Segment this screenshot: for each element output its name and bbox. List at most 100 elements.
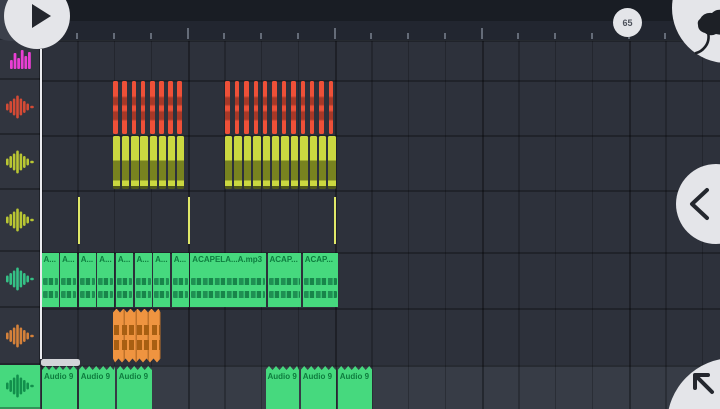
pattern-clip-orange[interactable]	[168, 81, 173, 134]
pattern-clip-yellow[interactable]	[281, 136, 288, 189]
clip-label: Audio 9	[266, 366, 300, 382]
clip-label: A...	[153, 253, 170, 265]
pattern-clip-yellow[interactable]	[159, 136, 166, 189]
audio-clip-orange[interactable]	[113, 309, 161, 363]
clip-label: A...	[60, 253, 77, 265]
pattern-clip-orange[interactable]	[319, 81, 324, 134]
pattern-clip-yellow[interactable]	[113, 136, 120, 189]
pattern-clip-orange[interactable]	[272, 81, 277, 134]
midi-clip-marker[interactable]	[78, 197, 80, 244]
audio-clip-audio9[interactable]: Audio 9	[42, 366, 77, 409]
collapse-panel-button[interactable]	[676, 164, 720, 244]
pattern-clip-orange[interactable]	[244, 81, 249, 134]
pattern-clip-yellow[interactable]	[225, 136, 232, 189]
pattern-clip-orange[interactable]	[291, 81, 296, 134]
waveform-band	[304, 291, 337, 298]
audio-clip-acapella[interactable]: ACAP...	[303, 253, 338, 307]
playhead[interactable]	[40, 49, 42, 359]
pattern-clip-orange[interactable]	[254, 81, 259, 134]
scroll-origin-button[interactable]	[667, 358, 720, 409]
pattern-clip-yellow[interactable]	[234, 136, 241, 189]
pattern-clip-yellow[interactable]	[140, 136, 147, 189]
waveform-band	[191, 291, 265, 298]
pattern-clip-yellow[interactable]	[263, 136, 270, 189]
arrow-up-left-icon	[667, 358, 720, 409]
waveform-band	[98, 278, 113, 285]
waveform-band	[80, 278, 95, 285]
pattern-clip-orange[interactable]	[113, 81, 118, 134]
clip-grab-handle[interactable]	[41, 359, 81, 366]
audio-clip-acapella[interactable]: ACAP...	[268, 253, 302, 307]
fl-logo-icon	[686, 5, 720, 61]
waveform-band	[98, 291, 113, 298]
midi-clip-marker[interactable]	[334, 197, 336, 244]
clip-label: A...	[42, 253, 59, 265]
pattern-clip-orange[interactable]	[225, 81, 230, 134]
clip-label: ACAP...	[268, 253, 302, 265]
pattern-clip-orange[interactable]	[159, 81, 164, 134]
audio-clip-acapella[interactable]: A...	[135, 253, 152, 307]
waveform-band	[136, 291, 151, 298]
pattern-clip-orange[interactable]	[329, 81, 334, 134]
pattern-clip-yellow[interactable]	[272, 136, 279, 189]
clip-label: Audio 9	[338, 366, 373, 382]
pattern-clip-yellow[interactable]	[300, 136, 307, 189]
tempo-badge[interactable]: 65	[613, 8, 642, 37]
audio-clip-acapella[interactable]: A...	[60, 253, 77, 307]
pattern-clip-orange[interactable]	[310, 81, 315, 134]
pattern-clip-yellow[interactable]	[291, 136, 298, 189]
audio-clip-acapella[interactable]: A...	[116, 253, 133, 307]
clip-label: A...	[135, 253, 152, 265]
audio-clip-acapella[interactable]: A...	[79, 253, 96, 307]
waveform-band	[114, 340, 160, 350]
pattern-clip-orange[interactable]	[122, 81, 127, 134]
audio-clip-audio9[interactable]: Audio 9	[79, 366, 115, 409]
pattern-clip-orange[interactable]	[177, 81, 182, 134]
audio-clip-acapella[interactable]: A...	[172, 253, 189, 307]
waveform-band	[154, 278, 169, 285]
pattern-clip-orange[interactable]	[141, 81, 146, 134]
clip-label: ACAPELA...A.mp3	[190, 253, 266, 265]
playlist-screen: A...A...A...A...A...A...A...A...ACAPELA.…	[0, 0, 720, 409]
pattern-clip-orange[interactable]	[263, 81, 268, 134]
clip-label: A...	[172, 253, 189, 265]
waveform-band	[80, 291, 95, 298]
clip-label: A...	[97, 253, 114, 265]
tempo-value: 65	[622, 18, 632, 28]
pattern-clip-orange[interactable]	[150, 81, 155, 134]
pattern-clip-yellow[interactable]	[122, 136, 129, 189]
waveform-band	[43, 278, 58, 285]
pattern-clip-yellow[interactable]	[150, 136, 157, 189]
pattern-clip-orange[interactable]	[235, 81, 240, 134]
pattern-clip-yellow[interactable]	[328, 136, 335, 189]
pattern-clip-yellow[interactable]	[131, 136, 138, 189]
audio-clip-audio9[interactable]: Audio 9	[266, 366, 300, 409]
clip-label: ACAP...	[303, 253, 338, 265]
pattern-clip-yellow[interactable]	[319, 136, 326, 189]
audio-clip-audio9[interactable]: Audio 9	[338, 366, 373, 409]
clip-label: Audio 9	[301, 366, 336, 382]
pattern-clip-yellow[interactable]	[253, 136, 260, 189]
waveform-band	[136, 278, 151, 285]
audio-clip-audio9[interactable]: Audio 9	[301, 366, 336, 409]
audio-clip-acapella[interactable]: A...	[97, 253, 114, 307]
audio-clip-acapella[interactable]: A...	[42, 253, 59, 307]
audio-clip-audio9[interactable]: Audio 9	[117, 366, 152, 409]
waveform-band	[269, 278, 301, 285]
audio-clip-acapella[interactable]: ACAPELA...A.mp3	[190, 253, 266, 307]
waveform-band	[117, 291, 132, 298]
waveform-band	[191, 278, 265, 285]
pattern-clip-yellow[interactable]	[168, 136, 175, 189]
waveform-band	[304, 278, 337, 285]
pattern-clip-orange[interactable]	[282, 81, 287, 134]
waveform-band	[173, 291, 188, 298]
pattern-clip-orange[interactable]	[301, 81, 306, 134]
pattern-clip-yellow[interactable]	[310, 136, 317, 189]
midi-clip-marker[interactable]	[188, 197, 190, 244]
chevron-left-icon	[676, 164, 720, 244]
waveform-band	[117, 278, 132, 285]
pattern-clip-yellow[interactable]	[244, 136, 251, 189]
pattern-clip-orange[interactable]	[132, 81, 137, 134]
pattern-clip-yellow[interactable]	[177, 136, 184, 189]
audio-clip-acapella[interactable]: A...	[153, 253, 170, 307]
